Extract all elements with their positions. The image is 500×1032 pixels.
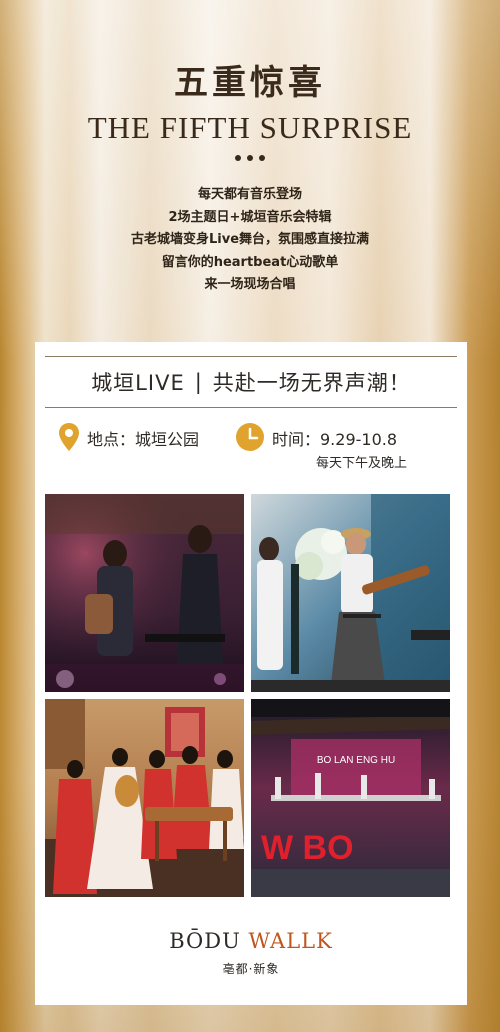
concert-photo-2 (251, 494, 450, 692)
header-left-text: 城垣LIVE (91, 371, 185, 395)
time-note: 每天下午及晚上 (316, 456, 408, 471)
brand-name-part2: WALLK (248, 929, 333, 953)
card-header: 城垣LIVE | 共赴一场无界声潮！ (45, 356, 457, 408)
brand-name-part1: BŌDU (169, 929, 241, 953)
ellipsis-dots-icon (0, 155, 500, 161)
hero-subtitle: THE FIFTH SURPRISE (87, 110, 413, 145)
hero-line: 2场主题日+城垣音乐会特辑 (168, 209, 332, 225)
location-text: 地点：城垣公园 (87, 430, 200, 449)
clock-icon (236, 423, 264, 451)
hero-title: 五重惊喜 (174, 63, 326, 103)
hero-section: 五重惊喜 THE FIFTH SURPRISE 每天都有音乐登场 2场主题日+城… (0, 0, 500, 330)
time-text: 时间：9.29-10.8 (272, 430, 398, 449)
hero-line: 每天都有音乐登场 (197, 187, 302, 202)
concert-photo-3 (45, 699, 244, 897)
concert-photo-1 (45, 494, 244, 692)
brand-logo: BŌDU WALLK (35, 929, 467, 953)
event-card: 城垣LIVE | 共赴一场无界声潮！ 地点：城垣公园 时间：9.29-10.8 … (35, 342, 467, 1005)
hero-line: 留言你的heartbeat心动歌单 (161, 254, 339, 270)
event-info: 地点：城垣公园 时间：9.29-10.8 每天下午及晚上 (35, 422, 467, 478)
header-right-text: 共赴一场无界声潮！ (212, 371, 411, 395)
header-separator: | (194, 370, 203, 394)
concert-photo-4: BO LAN ENG HU W BO (251, 699, 450, 897)
hero-line: 来一场现场合唱 (204, 277, 296, 292)
stage-letters-text: W BO (261, 829, 354, 867)
hero-description: 每天都有音乐登场 2场主题日+城垣音乐会特辑 古老城墙变身Live舞台，氛围感直… (0, 184, 500, 297)
stage-banner-text: BO LAN ENG HU (317, 755, 395, 766)
hero-line: 古老城墙变身Live舞台，氛围感直接拉满 (130, 232, 370, 247)
location-pin-icon (59, 423, 79, 451)
brand-subname: 亳都·新象 (222, 962, 280, 976)
